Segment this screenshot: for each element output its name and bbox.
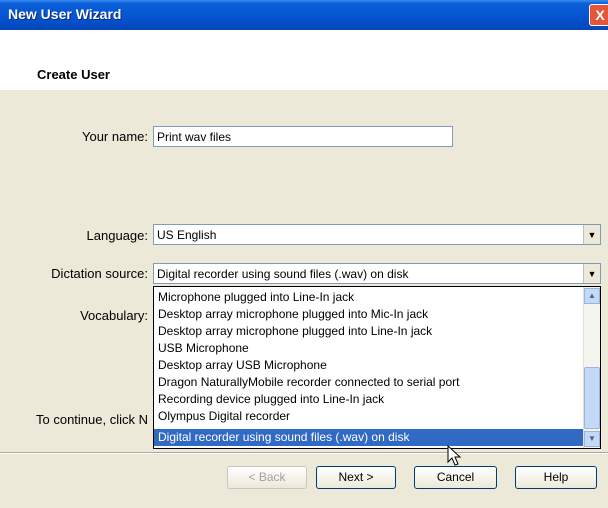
scroll-down-icon[interactable]: ▼	[584, 431, 600, 447]
dictation-value: Digital recorder using sound files (.wav…	[157, 267, 409, 281]
vocabulary-label: Vocabulary:	[80, 308, 148, 323]
window-title: New User Wizard	[8, 6, 122, 22]
list-item[interactable]: Desktop array microphone plugged into Mi…	[154, 306, 583, 323]
title-bar[interactable]: New User Wizard X	[0, 0, 608, 30]
list-item[interactable]: Olympus Digital recorder	[154, 408, 583, 425]
continue-instruction: To continue, click N	[36, 412, 148, 427]
dropdown-scrollbar[interactable]: ▲ ▼	[583, 287, 600, 448]
next-button[interactable]: Next >	[316, 466, 396, 489]
help-button[interactable]: Help	[515, 466, 597, 489]
list-item[interactable]: Dragon NaturallyMobile recorder connecte…	[154, 374, 583, 391]
dictation-label: Dictation source:	[51, 266, 148, 281]
footer-divider	[0, 452, 608, 454]
chevron-down-icon[interactable]: ▼	[583, 225, 600, 244]
pointer-cursor-icon	[447, 445, 462, 466]
list-item[interactable]: Desktop array microphone plugged into Li…	[154, 323, 583, 340]
list-item[interactable]: Microphone plugged into Line-In jack	[154, 289, 583, 306]
dictation-select[interactable]: Digital recorder using sound files (.wav…	[153, 263, 601, 284]
language-label: Language:	[86, 228, 148, 243]
scrollbar-thumb[interactable]	[584, 367, 600, 429]
language-select[interactable]: US English ▼	[153, 224, 601, 245]
dictation-dropdown-list[interactable]: Microphone plugged into Line-In jack Des…	[153, 286, 601, 449]
chevron-down-icon[interactable]: ▼	[583, 264, 600, 283]
language-value: US English	[157, 228, 217, 242]
cancel-button[interactable]: Cancel	[414, 466, 497, 489]
list-item[interactable]: Desktop array USB Microphone	[154, 357, 583, 374]
list-item[interactable]: Recording device plugged into Line-In ja…	[154, 391, 583, 408]
close-icon: X	[595, 7, 605, 23]
list-item-selected[interactable]: Digital recorder using sound files (.wav…	[154, 429, 583, 446]
scroll-up-icon[interactable]: ▲	[584, 288, 600, 304]
back-button[interactable]: < Back	[227, 466, 307, 489]
list-item[interactable]: USB Microphone	[154, 340, 583, 357]
name-label: Your name:	[81, 129, 148, 144]
page-title: Create User	[37, 67, 110, 82]
name-input[interactable]: Print wav files	[153, 126, 453, 147]
close-button[interactable]: X	[589, 4, 608, 26]
